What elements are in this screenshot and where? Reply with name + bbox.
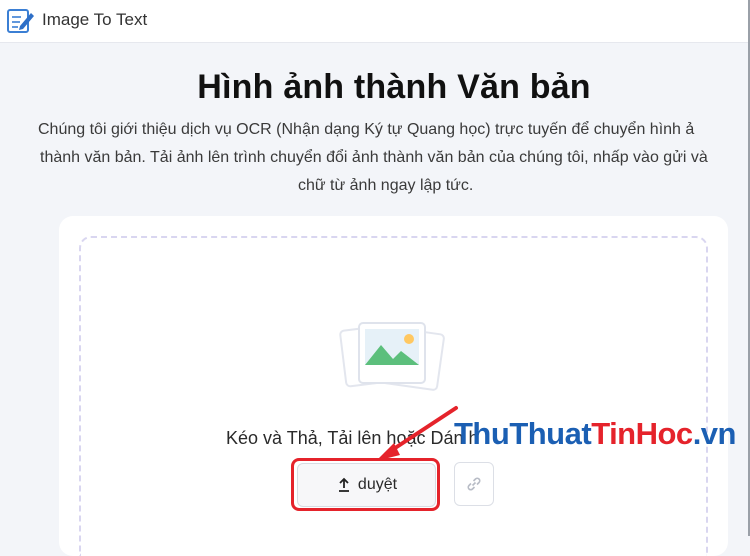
notepad-pencil-icon [7, 9, 34, 33]
window-title: Image To Text [42, 10, 148, 29]
description-line-2: thành văn bản. Tải ảnh lên trình chuyển … [40, 149, 708, 166]
paste-link-button[interactable] [454, 462, 494, 506]
title-bar: Image To Text [0, 0, 750, 43]
annotation-highlight-box [291, 458, 440, 511]
image-gallery-icon [339, 322, 445, 391]
description-line-1: Chúng tôi giới thiệu dịch vụ OCR (Nhận d… [38, 121, 695, 138]
watermark-logo: ThuThuatTinHoc.vn [454, 416, 736, 451]
annotation-arrow [376, 406, 458, 461]
description-line-3: chữ từ ảnh ngay lập tức. [298, 177, 474, 194]
link-icon [467, 477, 481, 491]
page-title: Hình ảnh thành Văn bản [197, 68, 591, 106]
